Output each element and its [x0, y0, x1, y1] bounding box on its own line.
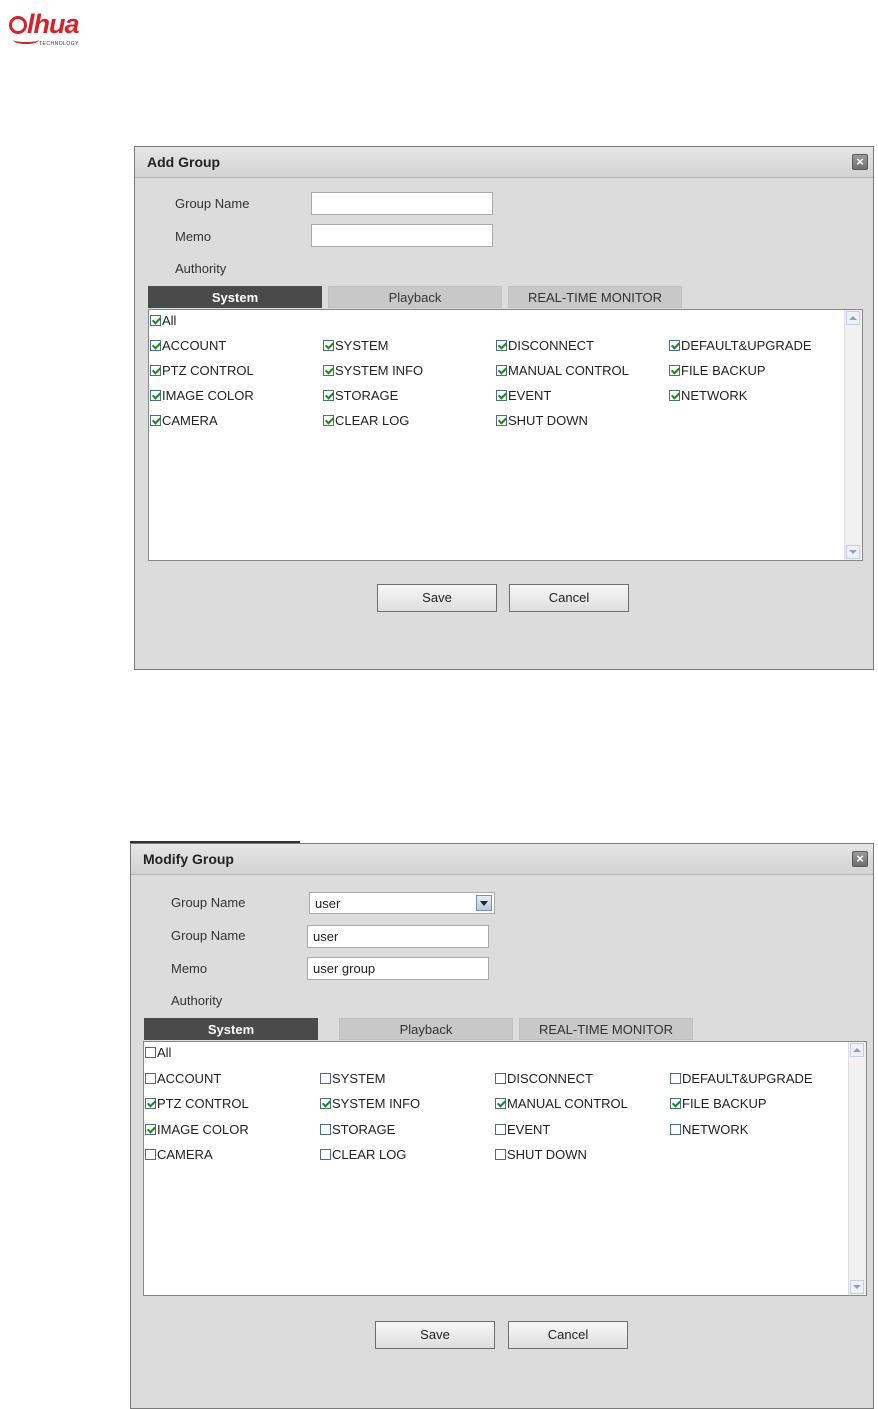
group-name-label: Group Name [175, 196, 250, 211]
checkbox-shut-down[interactable]: SHUT DOWN [495, 1147, 587, 1162]
authority-panel: All ACCOUNT SYSTEM DISCONNECT DEFAULT&UP… [143, 1041, 867, 1296]
checkbox-clear-log[interactable]: CLEAR LOG [323, 413, 409, 428]
close-icon[interactable]: × [852, 851, 868, 867]
modify-group-dialog: Modify Group × Group Name user Group Nam… [130, 843, 874, 1409]
add-group-titlebar: Add Group × [135, 147, 873, 178]
checkbox-icon [145, 1047, 156, 1058]
checkbox-shut-down[interactable]: SHUT DOWN [496, 413, 588, 428]
scroll-down-icon[interactable] [846, 545, 860, 559]
checkbox-ptz-control[interactable]: PTZ CONTROL [145, 1096, 249, 1111]
tab-system[interactable]: System [144, 1018, 318, 1040]
checkbox-system[interactable]: SYSTEM [323, 338, 388, 353]
panel-scrollbar[interactable] [844, 310, 862, 560]
checkbox-system[interactable]: SYSTEM [320, 1071, 385, 1086]
dialog-title: Add Group [147, 154, 221, 170]
checkbox-file-backup[interactable]: FILE BACKUP [669, 363, 766, 378]
save-button[interactable]: Save [377, 584, 497, 612]
dahua-logo: alhualhua TECHNOLOGY [9, 9, 129, 49]
authority-label: Authority [175, 261, 227, 276]
checkbox-camera[interactable]: CAMERA [150, 413, 218, 428]
modify-group-titlebar: Modify Group × [131, 844, 873, 875]
checkbox-disconnect[interactable]: DISCONNECT [495, 1071, 593, 1086]
tab-playback[interactable]: Playback [339, 1018, 513, 1040]
memo-label: Memo [171, 961, 208, 976]
checkbox-icon [150, 315, 161, 326]
checkbox-system-info[interactable]: SYSTEM INFO [323, 363, 423, 378]
scroll-up-icon[interactable] [846, 311, 860, 325]
logo-tagline: TECHNOLOGY [39, 41, 80, 47]
scroll-up-icon[interactable] [850, 1043, 864, 1057]
group-select-value: user [315, 896, 341, 911]
checkbox-storage[interactable]: STORAGE [323, 388, 398, 403]
add-group-dialog: Add Group × Group Name Memo Authority Sy… [134, 146, 874, 670]
checkbox-account[interactable]: ACCOUNT [145, 1071, 221, 1086]
save-button[interactable]: Save [375, 1321, 495, 1349]
checkbox-storage[interactable]: STORAGE [320, 1122, 395, 1137]
authority-panel: All ACCOUNT SYSTEM DISCONNECT DEFAULT&UP… [148, 309, 863, 561]
dialog-title: Modify Group [143, 851, 234, 867]
group-select-label: Group Name [171, 895, 246, 910]
memo-input[interactable] [311, 224, 493, 247]
checkbox-camera[interactable]: CAMERA [145, 1147, 213, 1162]
memo-label: Memo [175, 229, 212, 244]
checkbox-network[interactable]: NETWORK [669, 388, 747, 403]
checkbox-default-upgrade[interactable]: DEFAULT&UPGRADE [670, 1071, 813, 1086]
authority-label: Authority [171, 993, 223, 1008]
checkbox-account[interactable]: ACCOUNT [150, 338, 226, 353]
memo-input[interactable]: user group [307, 957, 489, 980]
scroll-down-icon[interactable] [850, 1280, 864, 1294]
checkbox-all[interactable]: All [145, 1045, 171, 1060]
checkbox-disconnect[interactable]: DISCONNECT [496, 338, 594, 353]
checkbox-event[interactable]: EVENT [495, 1122, 550, 1137]
group-name-input[interactable] [311, 192, 493, 215]
group-name-input[interactable]: user [307, 925, 489, 948]
checkbox-system-info[interactable]: SYSTEM INFO [320, 1096, 420, 1111]
group-name-dropdown[interactable]: user [309, 892, 495, 914]
logo-swoosh-icon [13, 36, 39, 44]
close-icon[interactable]: × [852, 154, 868, 170]
checkbox-image-color[interactable]: IMAGE COLOR [150, 388, 254, 403]
checkbox-file-backup[interactable]: FILE BACKUP [670, 1096, 767, 1111]
chevron-down-icon[interactable] [476, 895, 492, 911]
group-name-label: Group Name [171, 928, 246, 943]
panel-scrollbar[interactable] [848, 1042, 866, 1295]
cancel-button[interactable]: Cancel [508, 1321, 628, 1349]
checkbox-ptz-control[interactable]: PTZ CONTROL [150, 363, 254, 378]
checkbox-network[interactable]: NETWORK [670, 1122, 748, 1137]
tab-system[interactable]: System [148, 286, 322, 308]
checkbox-manual-control[interactable]: MANUAL CONTROL [496, 363, 629, 378]
tab-real-time-monitor[interactable]: REAL-TIME MONITOR [508, 286, 682, 308]
tab-real-time-monitor[interactable]: REAL-TIME MONITOR [519, 1018, 693, 1040]
checkbox-manual-control[interactable]: MANUAL CONTROL [495, 1096, 628, 1111]
checkbox-clear-log[interactable]: CLEAR LOG [320, 1147, 406, 1162]
cancel-button[interactable]: Cancel [509, 584, 629, 612]
tab-playback[interactable]: Playback [328, 286, 502, 308]
checkbox-event[interactable]: EVENT [496, 388, 551, 403]
checkbox-all[interactable]: All [150, 313, 176, 328]
checkbox-image-color[interactable]: IMAGE COLOR [145, 1122, 249, 1137]
checkbox-default-upgrade[interactable]: DEFAULT&UPGRADE [669, 338, 812, 353]
